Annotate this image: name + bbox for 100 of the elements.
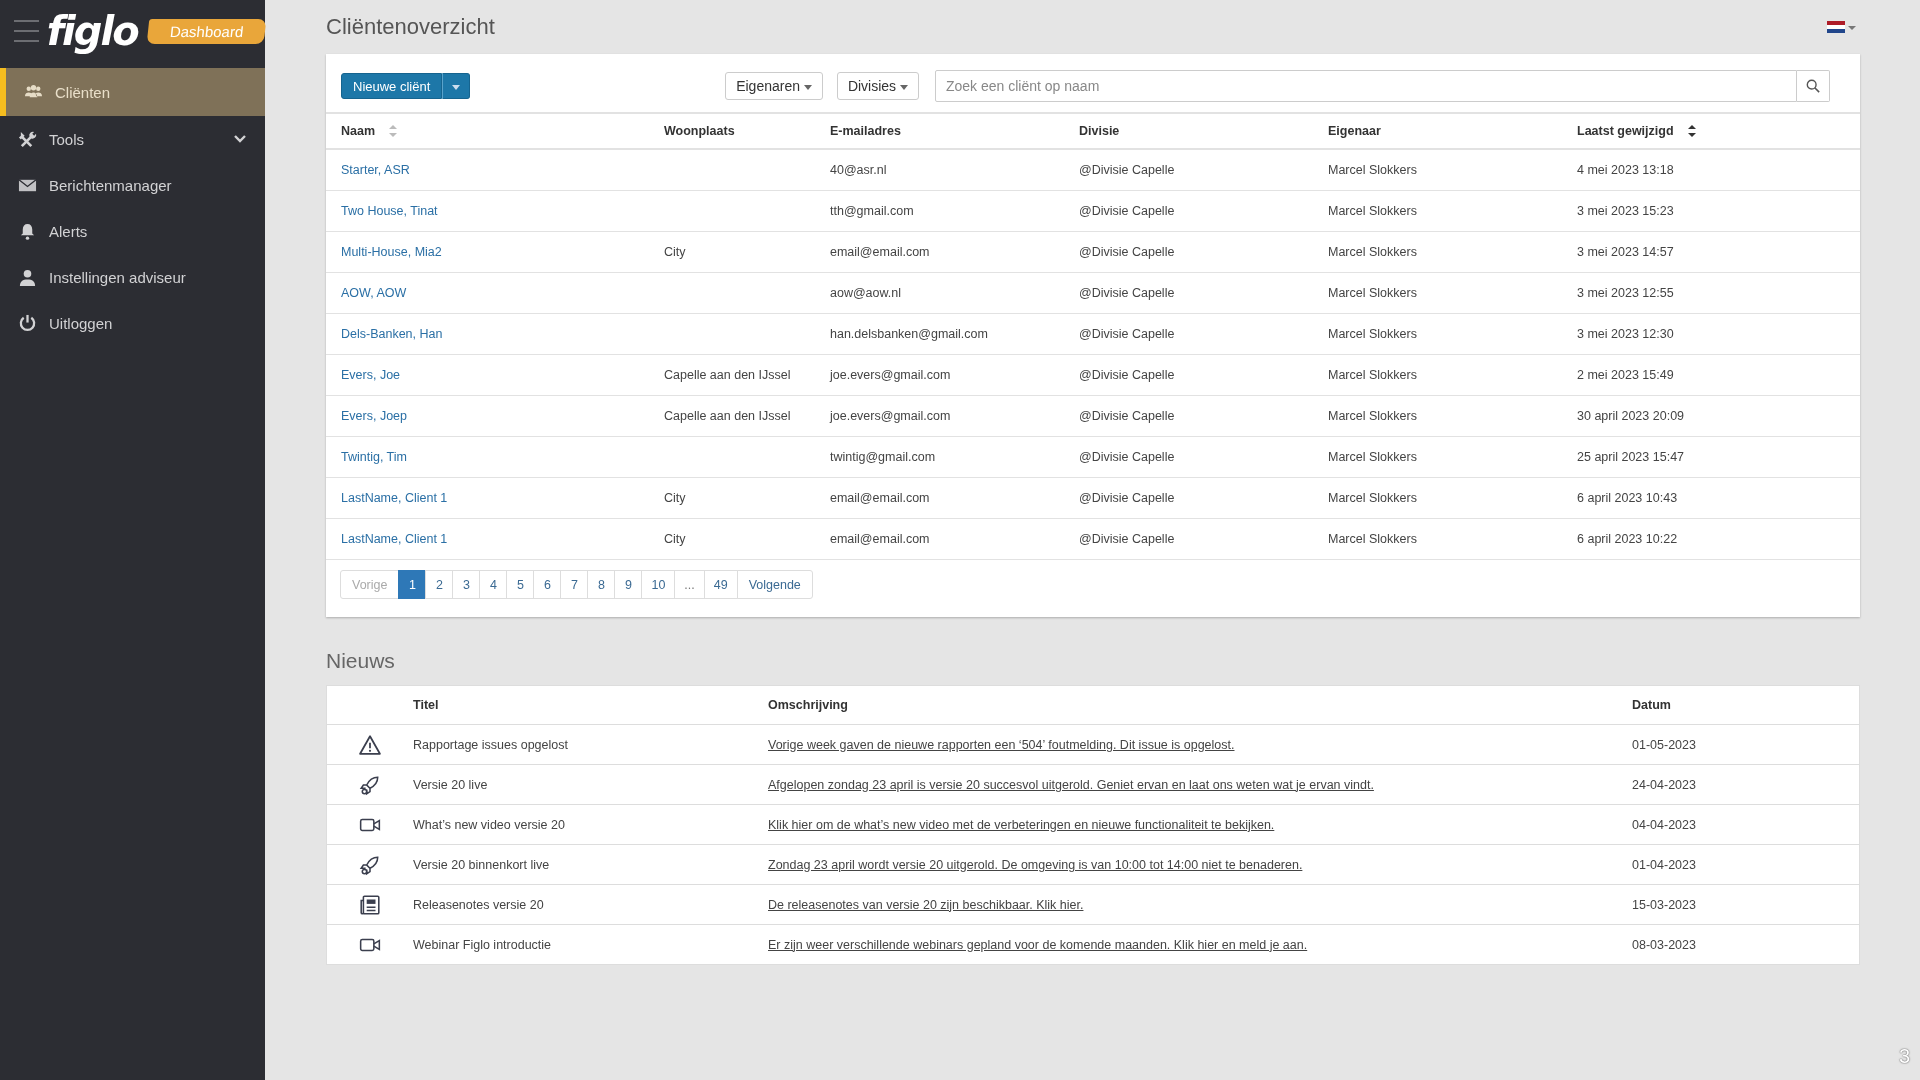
table-cell: email@email.com: [830, 245, 930, 259]
warning-icon: [359, 733, 381, 756]
next-page-button[interactable]: Volgende: [736, 570, 813, 599]
dropdown-toggle-button[interactable]: [442, 73, 471, 99]
page-ellipsis: ...: [674, 570, 705, 599]
sidebar-item[interactable]: Tools: [6, 116, 265, 162]
page-button[interactable]: 1: [398, 570, 427, 599]
column-header[interactable]: Eigenaar: [1328, 124, 1381, 138]
table-cell: @Divisie Capelle: [1079, 163, 1175, 177]
table-cell: City: [664, 245, 686, 259]
sidebar-item[interactable]: Cliënten: [0, 68, 265, 116]
table-cell: 2 mei 2023 15:49: [1577, 368, 1674, 382]
column-header[interactable]: Woonplaats: [664, 124, 735, 138]
news-link[interactable]: Afgelopen zondag 23 april is versie 20 succesvol uitgerold. Geniet ervan en laat ons weten wat je ervan vindt.: [768, 777, 1374, 792]
news-link[interactable]: Vorige week gaven de nieuwe rapporten een ‘504’ foutmelding. Dit issue is opgelost.: [768, 737, 1235, 752]
filter-dropdown[interactable]: Eigenaren: [725, 72, 823, 100]
page-button[interactable]: 2: [425, 570, 454, 599]
sidebar-item[interactable]: Alerts: [6, 208, 265, 254]
table-cell: @Divisie Capelle: [1079, 450, 1175, 464]
client-name-link[interactable]: Starter, ASR: [341, 163, 410, 177]
table-cell: Marcel Slokkers: [1328, 409, 1417, 423]
column-header[interactable]: Laatst gewijzigd: [1577, 124, 1674, 138]
new-client-button[interactable]: Nieuwe cliënt: [341, 73, 443, 99]
news-link[interactable]: De releasenotes van versie 20 zijn beschikbaar. Klik hier.: [768, 897, 1084, 912]
table-cell: email@email.com: [830, 532, 930, 546]
table-cell: @Divisie Capelle: [1079, 532, 1175, 546]
language-flag-button[interactable]: [1827, 20, 1856, 34]
client-name-link[interactable]: LastName, Client 1: [341, 532, 448, 546]
table-cell: @Divisie Capelle: [1079, 286, 1175, 300]
column-header[interactable]: Naam: [341, 124, 376, 138]
chevron-down-icon[interactable]: [233, 134, 247, 144]
table-cell: @Divisie Capelle: [1079, 327, 1175, 341]
client-name-link[interactable]: Multi-House, Mia2: [341, 245, 442, 259]
client-name-link[interactable]: Dels-Banken, Han: [341, 327, 443, 341]
table-cell: 3 mei 2023 12:30: [1577, 327, 1674, 341]
page-button[interactable]: 9: [614, 570, 643, 599]
table-cell: Capelle aan den IJssel: [664, 409, 791, 423]
client-name-link[interactable]: LastName, Client 1: [341, 491, 448, 505]
news-title-cell: Releasenotes versie 20: [413, 897, 544, 912]
news-title-cell: Versie 20 binnenkort live: [413, 857, 550, 872]
news-date: 01-04-2023: [1632, 857, 1696, 872]
search-button[interactable]: [1797, 70, 1830, 102]
column-header[interactable]: E-mailadres: [830, 124, 901, 138]
client-name-link[interactable]: Two House, Tinat: [341, 204, 438, 218]
news-title-cell: What’s new video versie 20: [413, 817, 565, 832]
table-cell: Marcel Slokkers: [1328, 245, 1417, 259]
table-cell: joe.evers@gmail.com: [830, 368, 951, 382]
table-cell: 30 april 2023 20:09: [1577, 409, 1685, 423]
news-link[interactable]: Klik hier om de what’s new video met de verbeteringen en nieuwe functionaliteit te bekijken.: [768, 817, 1275, 832]
table-cell: joe.evers@gmail.com: [830, 409, 951, 423]
news-date: 15-03-2023: [1632, 897, 1696, 912]
table-cell: Marcel Slokkers: [1328, 327, 1417, 341]
table-cell: @Divisie Capelle: [1079, 409, 1175, 423]
client-name-link[interactable]: Evers, Joep: [341, 409, 407, 423]
sort-icon[interactable]: [1687, 125, 1696, 137]
page-button[interactable]: 4: [479, 570, 508, 599]
client-name-link[interactable]: AOW, AOW: [341, 286, 407, 300]
news-link[interactable]: Zondag 23 april wordt versie 20 uitgerold. De omgeving is van 10:00 tot 14:00 niet te benaderen.: [768, 857, 1303, 872]
power-icon: [18, 313, 37, 333]
dashboard-badge: Dashboard: [146, 18, 267, 44]
page-button[interactable]: 8: [587, 570, 616, 599]
column-header: Titel: [413, 698, 439, 712]
user-icon: [18, 267, 37, 287]
table-cell: 6 april 2023 10:22: [1577, 532, 1678, 546]
filter-dropdown[interactable]: Divisies: [836, 72, 919, 100]
page-button[interactable]: 10: [641, 570, 676, 599]
table-cell: 3 mei 2023 12:55: [1577, 286, 1674, 300]
column-header: Datum: [1632, 698, 1671, 712]
page-title: Cliëntenoverzicht: [326, 14, 495, 40]
news-date: 24-04-2023: [1632, 777, 1696, 792]
news-link[interactable]: Er zijn weer verschillende webinars gepland voor de komende maanden. Klik hier en meld je aan.: [768, 937, 1308, 952]
table-cell: Marcel Slokkers: [1328, 163, 1417, 177]
sidebar-item[interactable]: Uitloggen: [6, 300, 265, 346]
sidebar-item[interactable]: Berichtenmanager: [6, 162, 265, 208]
table-cell: @Divisie Capelle: [1079, 368, 1175, 382]
page-button[interactable]: 3: [452, 570, 481, 599]
news-date: 01-05-2023: [1632, 737, 1696, 752]
client-name-link[interactable]: Twintig, Tim: [341, 450, 407, 464]
news-title-cell: Rapportage issues opgelost: [413, 737, 568, 752]
page-button[interactable]: 7: [560, 570, 589, 599]
table-cell: Marcel Slokkers: [1328, 532, 1417, 546]
page-button[interactable]: 49: [703, 570, 738, 599]
table-cell: 3 mei 2023 14:57: [1577, 245, 1674, 259]
table-cell: twintig@gmail.com: [830, 450, 936, 464]
page-button[interactable]: 5: [506, 570, 535, 599]
table-cell: @Divisie Capelle: [1079, 204, 1175, 218]
page-button[interactable]: 6: [533, 570, 562, 599]
table-cell: Marcel Slokkers: [1328, 368, 1417, 382]
column-header[interactable]: Divisie: [1079, 124, 1120, 138]
news-title-cell: Webinar Figlo introductie: [413, 937, 552, 952]
section-title: Nieuws: [326, 649, 396, 673]
client-name-link[interactable]: Evers, Joe: [341, 368, 401, 382]
news-title-cell: Versie 20 live: [413, 777, 488, 792]
table-cell: Marcel Slokkers: [1328, 286, 1417, 300]
table-cell: Marcel Slokkers: [1328, 450, 1417, 464]
search-field[interactable]: Zoek een cliënt op naam: [935, 70, 1797, 102]
search-icon: [1806, 79, 1820, 93]
table-cell: tth@gmail.com: [830, 204, 914, 218]
sidebar-item[interactable]: Instellingen adviseur: [6, 254, 265, 300]
news-date: 04-04-2023: [1632, 817, 1696, 832]
